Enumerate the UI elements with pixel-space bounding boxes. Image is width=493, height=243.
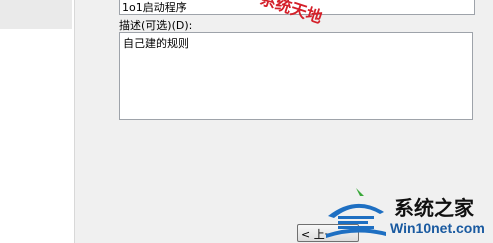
description-label: 描述(可选)(D): — [119, 19, 193, 32]
navigation-pane — [0, 0, 75, 243]
description-value: 自己建的规则 — [123, 37, 189, 50]
watermark-logo: 系统之家 Win10net.com — [322, 186, 493, 243]
stamp-text: 系统天地 — [258, 0, 325, 27]
watermark-url: Win10net.com — [390, 220, 485, 236]
house-logo-icon — [326, 188, 386, 238]
rule-name-value: 1o1启动程序 — [122, 1, 187, 14]
watermark-stamp: 系统天地 — [258, 0, 325, 27]
description-textarea[interactable]: 自己建的规则 — [119, 32, 473, 120]
watermark-title: 系统之家 — [394, 196, 474, 220]
selected-step-item[interactable] — [0, 0, 72, 29]
